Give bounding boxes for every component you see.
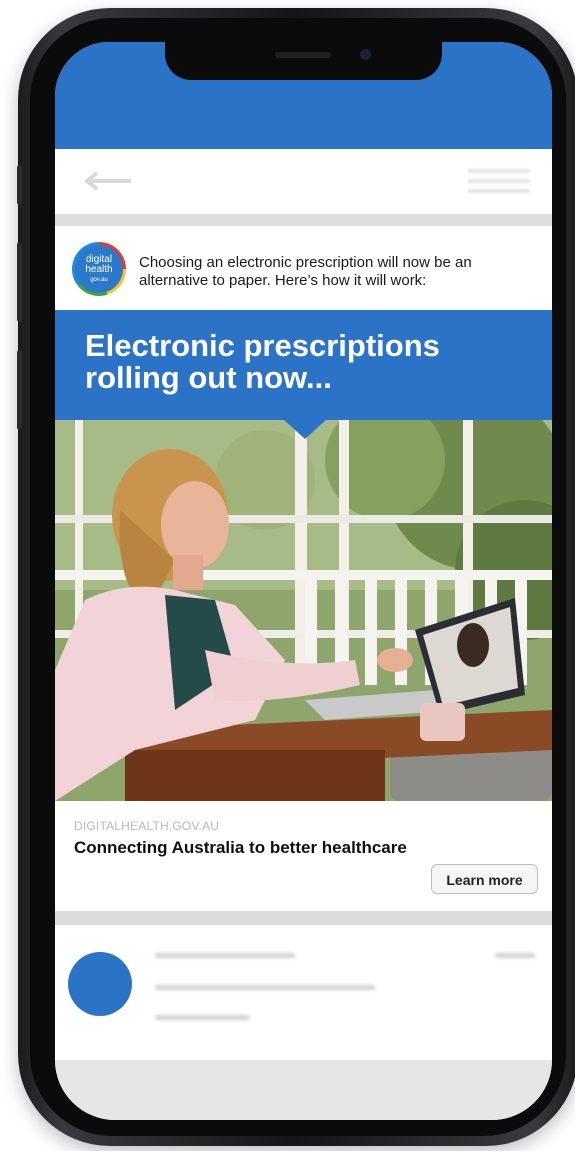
avatar[interactable] <box>68 952 132 1016</box>
ad-headline[interactable]: Connecting Australia to better healthcar… <box>74 838 407 858</box>
learn-more-button[interactable]: Learn more <box>431 864 538 894</box>
phone-screen: digital health gov.au Choosing an electr… <box>55 42 552 1120</box>
feed-divider <box>55 214 552 226</box>
woman-laptop-photo <box>55 420 552 801</box>
post-header: digital health gov.au Choosing an electr… <box>55 226 552 310</box>
notch <box>165 42 442 80</box>
banner-title: Electronic prescriptions rolling out now… <box>85 328 440 395</box>
next-post-blurred <box>55 925 552 1060</box>
banner-pointer <box>283 419 327 439</box>
app-bar <box>55 149 552 214</box>
ad-domain: DIGITALHEALTH.GOV.AU <box>74 819 220 833</box>
volume-down-button <box>17 350 22 430</box>
logo-text: digital health gov.au <box>75 245 123 293</box>
feed-divider-2 <box>55 911 552 925</box>
mute-switch <box>17 165 22 205</box>
blurred-line <box>155 985 375 990</box>
ad-photo[interactable] <box>55 420 552 801</box>
post-text: Choosing an electronic prescription will… <box>139 254 472 289</box>
blurred-line <box>495 953 535 958</box>
ad-footer: DIGITALHEALTH.GOV.AU Connecting Australi… <box>55 801 552 911</box>
blurred-line <box>155 953 295 958</box>
bottom-bar <box>55 1060 552 1120</box>
menu-icon[interactable] <box>468 163 530 201</box>
front-camera <box>360 49 371 60</box>
volume-up-button <box>17 242 22 322</box>
ad-banner[interactable]: Electronic prescriptions rolling out now… <box>55 310 552 420</box>
digital-health-logo[interactable]: digital health gov.au <box>72 242 126 296</box>
blurred-line <box>155 1015 250 1020</box>
speaker <box>275 52 331 58</box>
back-arrow-icon[interactable] <box>81 171 133 191</box>
